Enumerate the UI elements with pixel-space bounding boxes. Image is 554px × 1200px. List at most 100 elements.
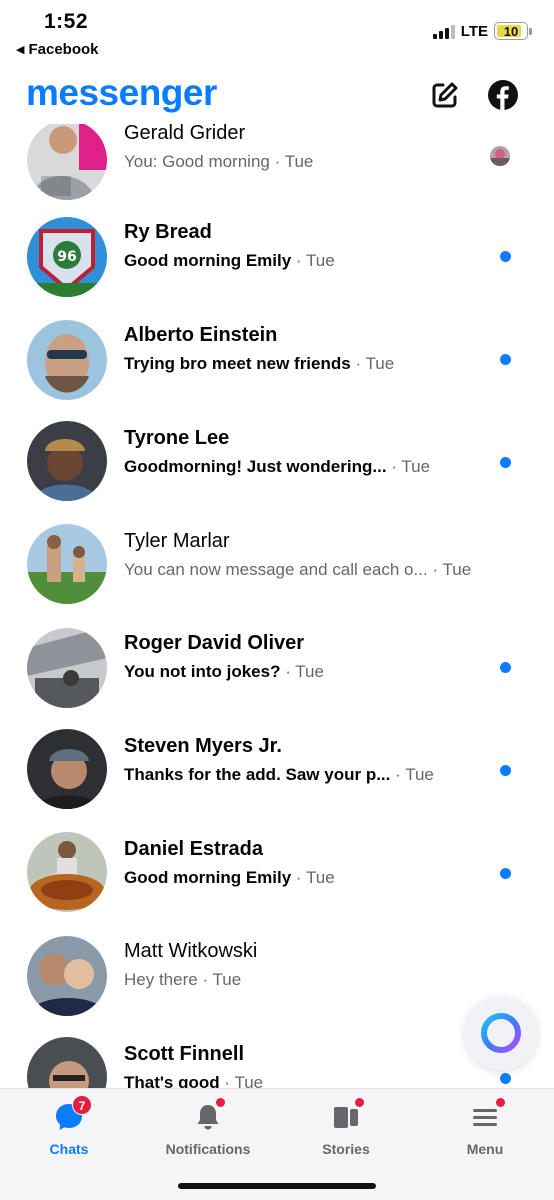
home-indicator: [178, 1183, 376, 1189]
chat-message: Thanks for the add. Saw your p...: [124, 765, 391, 784]
chat-row[interactable]: Alberto Einstein Trying bro meet new fri…: [0, 310, 554, 412]
chat-name: Alberto Einstein: [124, 324, 278, 346]
chat-message: You not into jokes?: [124, 662, 281, 681]
separator: ·: [274, 152, 285, 171]
unread-dot: [500, 1073, 511, 1084]
facebook-icon: [488, 80, 518, 110]
app-title: messenger: [26, 72, 217, 113]
chat-preview: Thanks for the add. Saw your p... · Tue: [124, 765, 434, 785]
status-time: 1:52: [44, 10, 89, 33]
unread-dot: [500, 251, 511, 262]
status-indicators: LTE 10: [432, 22, 532, 40]
chat-message: You can now message and call each o...: [124, 560, 428, 579]
tab-menu[interactable]: Menu: [425, 1097, 545, 1159]
chat-time: Tue: [234, 1073, 264, 1088]
menu-icon: [473, 1109, 497, 1126]
back-label: Facebook: [28, 41, 99, 58]
chat-message: Goodmorning! Just wondering...: [124, 457, 387, 476]
separator: ·: [224, 1073, 235, 1088]
seen-avatar: [490, 146, 510, 166]
chat-time: Tue: [212, 970, 242, 989]
separator: ·: [391, 457, 402, 476]
separator: ·: [202, 970, 213, 989]
avatar: [27, 936, 107, 1016]
chat-list[interactable]: Gerald Grider You: Good morning · Tue 96…: [0, 124, 554, 1088]
meta-ai-button[interactable]: [464, 996, 538, 1070]
avatar: 96: [27, 217, 107, 297]
chat-name: Matt Witkowski: [124, 940, 258, 962]
avatar: [27, 320, 107, 400]
chat-time: Tue: [442, 560, 472, 579]
chat-row[interactable]: 96 Ry Bread Good morning Emily · Tue: [0, 207, 554, 309]
chat-time: Tue: [401, 457, 431, 476]
avatar: [27, 124, 107, 200]
chat-time: Tue: [365, 354, 395, 373]
chat-name: Tyler Marlar: [124, 530, 230, 552]
chat-row[interactable]: Steven Myers Jr. Thanks for the add. Saw…: [0, 721, 554, 823]
chat-time: Tue: [405, 765, 434, 784]
chat-row[interactable]: Daniel Estrada Good morning Emily · Tue: [0, 824, 554, 926]
stories-dot: [354, 1097, 365, 1108]
chat-message: Trying bro meet new friends: [124, 354, 351, 373]
separator: ·: [285, 662, 296, 681]
chat-time: Tue: [284, 152, 314, 171]
battery-icon: 10: [494, 22, 532, 40]
chat-preview: Good morning Emily · Tue: [124, 868, 335, 888]
avatar: [27, 524, 107, 604]
separator: ·: [395, 765, 406, 784]
menu-dot: [495, 1097, 506, 1108]
back-triangle-icon: ◀: [16, 44, 25, 56]
unread-dot: [500, 765, 511, 776]
network-type: LTE: [460, 22, 488, 40]
chat-preview: That's good · Tue: [124, 1073, 263, 1088]
chat-name: Ry Bread: [124, 221, 212, 243]
chat-time: Tue: [305, 868, 335, 887]
meta-ai-ring-icon: [481, 1013, 521, 1053]
chat-name: Gerald Grider: [124, 124, 246, 144]
separator: ·: [295, 868, 306, 887]
chat-preview: You can now message and call each o... ·…: [124, 560, 471, 580]
chat-preview: Trying bro meet new friends · Tue: [124, 354, 394, 374]
chat-preview: Goodmorning! Just wondering... · Tue: [124, 457, 430, 477]
chat-row[interactable]: Tyrone Lee Goodmorning! Just wondering..…: [0, 413, 554, 515]
tab-label: Notifications: [165, 1141, 251, 1157]
unread-dot: [500, 868, 511, 879]
chat-row[interactable]: Gerald Grider You: Good morning · Tue: [0, 124, 554, 206]
chats-unread-badge: 7: [72, 1095, 92, 1115]
chat-name: Roger David Oliver: [124, 632, 305, 654]
chat-time: Tue: [295, 662, 324, 681]
chat-row[interactable]: Roger David Oliver You not into jokes? ·…: [0, 618, 554, 720]
avatar: [27, 421, 107, 501]
tab-label: Menu: [466, 1141, 504, 1157]
tab-stories[interactable]: Stories: [286, 1097, 406, 1159]
signal-icon: [432, 23, 455, 39]
chat-message: Good morning Emily: [124, 868, 292, 887]
tab-notifications[interactable]: Notifications: [148, 1097, 268, 1159]
tab-chats[interactable]: 7 Chats: [9, 1095, 129, 1159]
battery-level: 10: [503, 23, 519, 39]
chat-message: Hey there: [124, 970, 198, 989]
chat-preview: You not into jokes? · Tue: [124, 662, 324, 682]
chat-name: Steven Myers Jr.: [124, 735, 282, 757]
avatar: [27, 1037, 107, 1088]
avatar: [27, 729, 107, 809]
back-to-facebook-link[interactable]: ◀ Facebook: [16, 41, 99, 58]
app-header: messenger: [0, 64, 554, 124]
compose-button[interactable]: [428, 78, 462, 112]
chat-time: Tue: [305, 251, 335, 270]
tab-label: Chats: [49, 1141, 89, 1157]
chat-preview: Good morning Emily · Tue: [124, 251, 335, 271]
avatar: [27, 628, 107, 708]
svg-text:96: 96: [57, 249, 76, 265]
separator: ·: [295, 251, 306, 270]
compose-icon: [432, 82, 458, 108]
chat-row[interactable]: Tyler Marlar You can now message and cal…: [0, 516, 554, 618]
avatar: [27, 832, 107, 912]
chat-message: You: Good morning: [124, 152, 270, 171]
facebook-button[interactable]: [486, 78, 520, 112]
status-bar: 1:52 ◀ Facebook LTE 10: [0, 0, 554, 64]
chat-name: Tyrone Lee: [124, 427, 230, 449]
notifications-dot: [215, 1097, 226, 1108]
chat-preview: Hey there · Tue: [124, 970, 241, 990]
unread-dot: [500, 457, 511, 468]
